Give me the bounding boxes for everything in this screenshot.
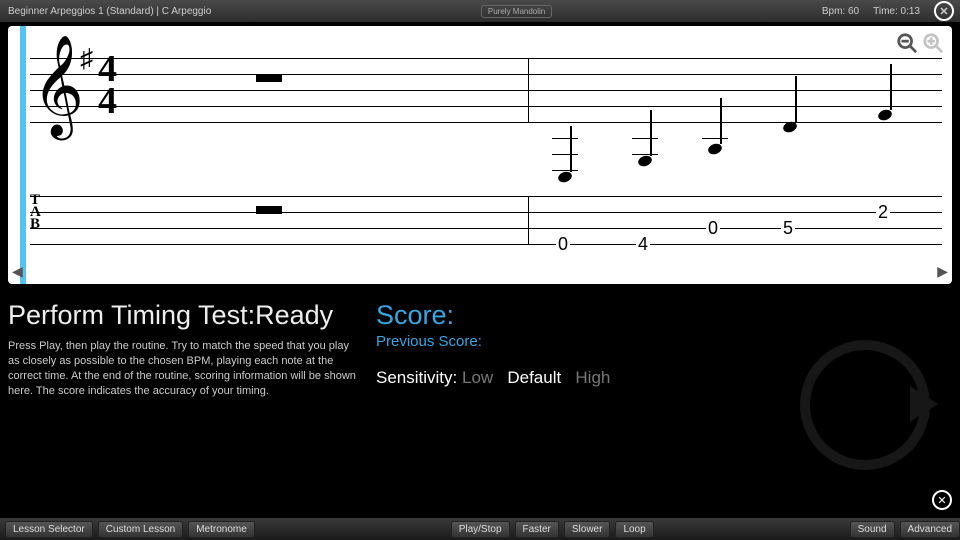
tab-rest (256, 206, 282, 214)
panel-body: Press Play, then play the routine. Try t… (8, 339, 358, 399)
treble-clef-icon: 𝄞 (32, 36, 84, 138)
bpm-readout: Bpm: 60 (822, 6, 859, 17)
tab-label: T A B (30, 194, 41, 230)
standard-staff (30, 58, 942, 138)
zoom-in-icon[interactable] (922, 32, 944, 54)
play-stop-button[interactable]: Play/Stop (451, 521, 510, 538)
panel-close-icon[interactable]: ✕ (932, 490, 952, 510)
tab-fret-3: 0 (706, 218, 720, 239)
note-3 (708, 144, 722, 154)
tab-fret-1: 0 (556, 234, 570, 255)
tab-staff (30, 196, 942, 244)
notation-panel: 𝄞 ♯ 4 4 T A B 0 4 0 5 2 ◀ ▶ (8, 26, 952, 284)
sensitivity-default[interactable]: Default (507, 368, 561, 387)
note-5 (878, 110, 892, 120)
note-1 (558, 172, 572, 182)
note-4 (783, 122, 797, 132)
previous-score-label: Previous Score: (376, 333, 610, 350)
lesson-title: Beginner Arpeggios 1 (Standard) | C Arpe… (8, 6, 211, 17)
playhead-highlight (20, 26, 26, 284)
barline (528, 58, 529, 122)
zoom-out-icon[interactable] (896, 32, 918, 54)
loop-button[interactable]: Loop (615, 521, 653, 538)
note-2 (638, 156, 652, 166)
sensitivity-row: Sensitivity: Low Default High (376, 368, 610, 388)
key-signature-sharp: ♯ (80, 44, 93, 74)
title-bar: Beginner Arpeggios 1 (Standard) | C Arpe… (0, 0, 960, 22)
app-name-badge: Purely Mandolin (481, 5, 552, 18)
score-label: Score: (376, 300, 610, 331)
tab-fret-5: 2 (876, 202, 890, 223)
sensitivity-low[interactable]: Low (462, 368, 493, 387)
sound-button[interactable]: Sound (850, 521, 895, 538)
panel-heading: Perform Timing Test:Ready (8, 300, 368, 331)
footer-bar: Lesson Selector Custom Lesson Metronome … (0, 518, 960, 540)
prev-page-icon[interactable]: ◀ (12, 263, 23, 280)
whole-rest (256, 74, 282, 82)
lesson-selector-button[interactable]: Lesson Selector (5, 521, 93, 538)
metronome-button[interactable]: Metronome (188, 521, 255, 538)
play-next-icon[interactable] (800, 340, 930, 470)
zoom-controls (896, 32, 944, 54)
time-readout: Time: 0:13 (873, 6, 920, 17)
next-page-icon[interactable]: ▶ (937, 263, 948, 280)
tab-fret-4: 5 (781, 218, 795, 239)
sensitivity-high[interactable]: High (575, 368, 610, 387)
tab-fret-2: 4 (636, 234, 650, 255)
slower-button[interactable]: Slower (564, 521, 611, 538)
close-icon[interactable]: ✕ (934, 1, 954, 21)
faster-button[interactable]: Faster (515, 521, 559, 538)
advanced-button[interactable]: Advanced (900, 521, 960, 538)
tab-barline (528, 196, 529, 244)
custom-lesson-button[interactable]: Custom Lesson (98, 521, 183, 538)
time-sig-bot: 4 (98, 86, 117, 116)
